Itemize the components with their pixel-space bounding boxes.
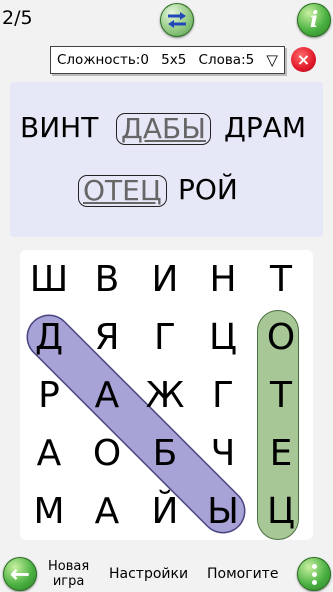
new-game-label-line1: Новая <box>48 559 90 574</box>
grid-cell[interactable]: В <box>78 250 136 308</box>
shuffle-icon <box>168 12 186 28</box>
grid-cell[interactable]: Б <box>136 424 194 482</box>
difficulty-label: Сложность:0 <box>57 52 149 68</box>
grid-cell[interactable]: О <box>252 308 310 366</box>
grid-cell[interactable]: Р <box>20 366 78 424</box>
grid-cell[interactable]: А <box>78 366 136 424</box>
grid-cell[interactable]: Ы <box>194 482 252 540</box>
difficulty-selector[interactable]: Сложность:0 5x5 Слова:5 ▽ <box>50 46 285 74</box>
grid-cell[interactable]: М <box>20 482 78 540</box>
grid-cell[interactable]: И <box>136 250 194 308</box>
grid-cell[interactable]: Ж <box>136 366 194 424</box>
grid-cell[interactable]: А <box>20 424 78 482</box>
grid-cell[interactable]: Н <box>194 250 252 308</box>
shuffle-button[interactable] <box>160 3 194 37</box>
grid-cell[interactable]: Г <box>136 308 194 366</box>
grid-cell[interactable]: А <box>78 482 136 540</box>
grid-cell[interactable]: Т <box>252 366 310 424</box>
new-game-label-line2: игра <box>52 574 85 589</box>
grid-size-label: 5x5 <box>161 52 187 68</box>
grid-cell[interactable]: Г <box>194 366 252 424</box>
dropdown-arrow-icon: ▽ <box>266 50 278 69</box>
back-button[interactable]: ← <box>3 557 37 591</box>
word-item-found: ОТЕЦ <box>78 175 167 207</box>
help-button[interactable]: Помогите <box>207 566 278 582</box>
settings-button[interactable]: Настройки <box>109 566 188 582</box>
grid-cell[interactable]: Й <box>136 482 194 540</box>
word-item: ВИНТ <box>20 111 99 144</box>
grid-cell[interactable]: Д <box>20 308 78 366</box>
more-vertical-icon <box>311 563 317 585</box>
grid-cell[interactable]: О <box>78 424 136 482</box>
grid-cell[interactable]: Т <box>252 250 310 308</box>
grid-cell[interactable]: Ч <box>194 424 252 482</box>
close-button[interactable]: × <box>291 47 316 72</box>
grid-cell[interactable]: Я <box>78 308 136 366</box>
back-arrow-icon: ← <box>9 560 31 588</box>
info-button[interactable]: i <box>297 3 331 37</box>
grid-cell[interactable]: Ц <box>252 482 310 540</box>
grid-cell[interactable]: Ц <box>194 308 252 366</box>
grid-cell[interactable]: Ш <box>20 250 78 308</box>
word-item-found: ДАБЫ <box>116 113 211 145</box>
menu-button[interactable] <box>297 557 331 591</box>
word-list-panel: ВИНТ ДАБЫ ДРАМ ОТЕЦ РОЙ <box>10 82 323 237</box>
new-game-button[interactable]: Новая игра <box>48 559 89 589</box>
grid-cell[interactable]: Е <box>252 424 310 482</box>
close-icon: × <box>296 50 311 69</box>
word-item: ДРАМ <box>224 111 307 144</box>
word-count-label: Слова:5 <box>198 52 255 68</box>
word-item: РОЙ <box>178 173 238 206</box>
letter-grid[interactable]: ШВИНТДЯГЦОРАЖГТАОБЧЕМАЙЫЦ <box>20 250 313 540</box>
puzzle-progress: 2/5 <box>2 7 33 29</box>
info-icon: i <box>309 7 319 33</box>
